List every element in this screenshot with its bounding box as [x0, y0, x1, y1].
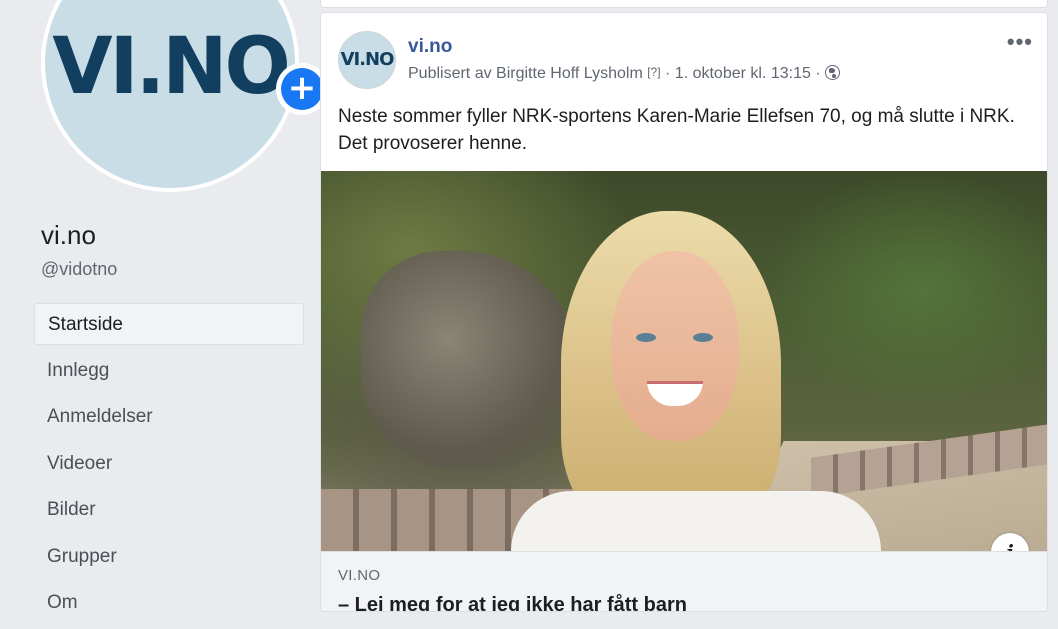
- post-author-avatar[interactable]: VI.NO: [338, 31, 396, 89]
- post-author-name[interactable]: vi.no: [408, 36, 452, 58]
- nav-item-innlegg[interactable]: Innlegg: [34, 350, 304, 392]
- plus-icon: +: [281, 68, 323, 110]
- globe-icon[interactable]: [825, 65, 841, 80]
- profile-picture[interactable]: VI.NO: [45, 0, 295, 188]
- nav-item-om[interactable]: Om: [34, 582, 304, 624]
- post-card: VI.NO vi.no Publisert av Birgitte Hoff L…: [320, 12, 1048, 612]
- photo-jacket: [511, 491, 881, 551]
- link-preview-image[interactable]: i: [321, 171, 1047, 551]
- more-options-icon[interactable]: •••: [1007, 31, 1033, 53]
- help-mark[interactable]: [?]: [647, 65, 660, 79]
- published-by[interactable]: Publisert av Birgitte Hoff Lysholm: [408, 65, 643, 82]
- link-title[interactable]: – Lei meg for at jeg ikke har fått barn: [338, 594, 687, 611]
- post-avatar-logo-text: VI.NO: [340, 49, 395, 70]
- photo-rock: [361, 251, 581, 471]
- meta-separator: ·: [665, 65, 671, 82]
- previous-card-edge: [320, 0, 1048, 8]
- nav-item-videoer[interactable]: Videoer: [34, 443, 304, 485]
- profile-picture-frame: VI.NO +: [41, 0, 328, 192]
- photo-eye-right: [693, 333, 713, 342]
- meta-separator-2: ·: [815, 65, 821, 82]
- photo-face: [611, 251, 739, 441]
- page-nav: Startside Innlegg Anmeldelser Videoer Bi…: [34, 303, 304, 629]
- link-preview[interactable]: VI.NO – Lei meg for at jeg ikke har fått…: [321, 551, 1047, 611]
- nav-item-startside[interactable]: Startside: [34, 303, 304, 345]
- page-sidebar: VI.NO + vi.no @vidotno Startside Innlegg…: [0, 0, 328, 613]
- link-domain: VI.NO: [338, 567, 381, 584]
- nav-item-anmeldelser[interactable]: Anmeldelser: [34, 396, 304, 438]
- post-date[interactable]: 1. oktober kl. 13:15: [675, 65, 811, 82]
- nav-item-grupper[interactable]: Grupper: [34, 536, 304, 578]
- nav-item-bilder[interactable]: Bilder: [34, 489, 304, 531]
- post-meta: Publisert av Birgitte Hoff Lysholm [?] ·…: [408, 65, 841, 83]
- page-handle[interactable]: @vidotno: [41, 259, 117, 280]
- post-text: Neste sommer fyller NRK-sportens Karen-M…: [338, 106, 1015, 154]
- photo-smile: [647, 381, 703, 406]
- profile-logo-text: VI.NO: [52, 22, 291, 112]
- page-name[interactable]: vi.no: [41, 220, 96, 251]
- photo-eye-left: [636, 333, 656, 342]
